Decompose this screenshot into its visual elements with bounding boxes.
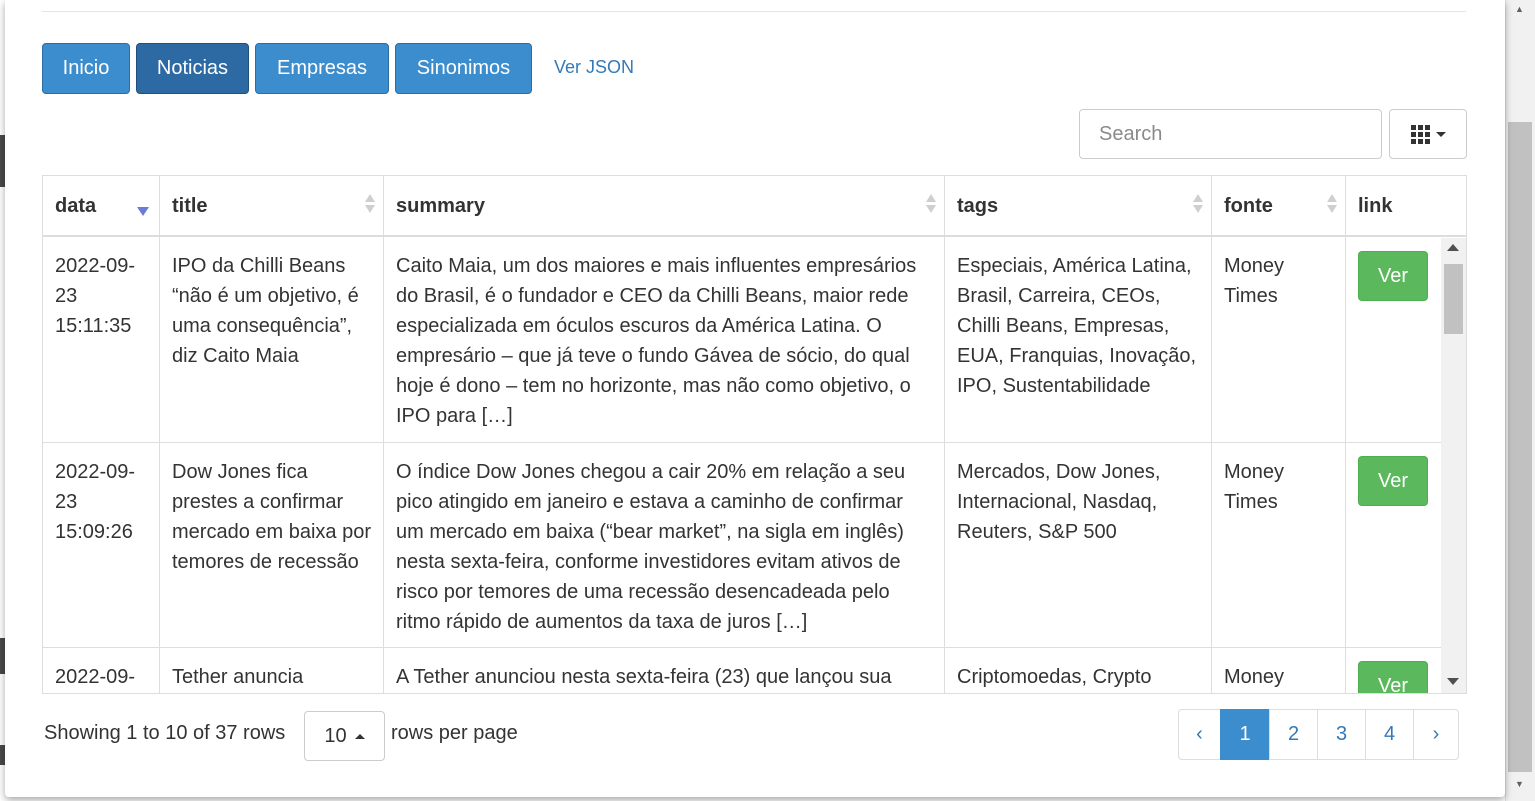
- caret-down-icon: [1435, 131, 1446, 137]
- grid-icon: [1410, 124, 1430, 144]
- cell-data: 2022-09-: [43, 648, 160, 693]
- column-header-summary[interactable]: summary: [384, 176, 945, 237]
- column-header-link: link: [1346, 176, 1466, 237]
- cell-tags: Especiais, América Latina, Brasil, Carre…: [945, 237, 1212, 443]
- column-header-title[interactable]: title: [160, 176, 384, 237]
- nav-noticias-button[interactable]: Noticias: [136, 43, 249, 94]
- cell-data: 2022-09-23 15:11:35: [43, 237, 160, 443]
- cell-title: IPO da Chilli Beans “não é um objetivo, …: [160, 237, 384, 443]
- page-4-button[interactable]: 4: [1365, 709, 1414, 760]
- cell-tags: Mercados, Dow Jones, Internacional, Nasd…: [945, 443, 1212, 648]
- column-header-data[interactable]: data: [43, 176, 160, 237]
- page-1-button[interactable]: 1: [1220, 709, 1270, 760]
- caret-up-icon: [354, 733, 365, 739]
- search-input[interactable]: [1079, 109, 1382, 159]
- column-header-label: link: [1358, 195, 1393, 217]
- sort-icon: [1327, 194, 1337, 213]
- column-header-label: tags: [957, 195, 999, 217]
- pagination: ‹ 1 2 3 4 ›: [1178, 709, 1459, 760]
- cell-summary: O índice Dow Jones chegou a cair 20% em …: [384, 443, 945, 648]
- scroll-down-arrow-icon[interactable]: ▼: [1515, 779, 1524, 789]
- news-table: data title summary tags fonte link 2022-…: [42, 175, 1467, 694]
- sort-desc-icon: [137, 207, 149, 216]
- page-prev-button[interactable]: ‹: [1178, 709, 1221, 760]
- cell-tags: Criptomoedas, Crypto: [945, 648, 1212, 693]
- cell-link: Ver: [1346, 237, 1441, 443]
- table-scrollbar-thumb[interactable]: [1444, 264, 1463, 334]
- cell-summary: Caito Maia, um dos maiores e mais influe…: [384, 237, 945, 443]
- cell-link: Ver: [1346, 648, 1441, 693]
- column-header-label: data: [55, 195, 97, 217]
- ver-json-link[interactable]: Ver JSON: [554, 57, 634, 78]
- column-header-label: title: [172, 195, 208, 217]
- page-3-button[interactable]: 3: [1317, 709, 1366, 760]
- sort-icon: [926, 194, 936, 213]
- page-scrollbar-thumb[interactable]: [1508, 122, 1532, 772]
- column-header-fonte[interactable]: fonte: [1212, 176, 1346, 237]
- scroll-down-icon[interactable]: [1447, 678, 1459, 685]
- pagination-info: Showing 1 to 10 of 37 rows: [44, 722, 286, 744]
- page-scrollbar[interactable]: ▲ ▼: [1505, 0, 1535, 801]
- page-size-value: 10: [324, 724, 347, 747]
- cell-title: Dow Jones fica prestes a confirmar merca…: [160, 443, 384, 648]
- cell-data: 2022-09-23 15:09:26: [43, 443, 160, 648]
- cell-fonte: Money: [1212, 648, 1346, 693]
- page-size-dropdown[interactable]: 10: [304, 711, 385, 761]
- sort-icon: [365, 194, 375, 213]
- ver-button[interactable]: Ver: [1358, 661, 1428, 693]
- nav-inicio-button[interactable]: Inicio: [42, 43, 130, 94]
- cell-summary: A Tether anunciou nesta sexta-feira (23)…: [384, 648, 945, 693]
- columns-toggle-button[interactable]: [1389, 109, 1467, 159]
- column-header-tags[interactable]: tags: [945, 176, 1212, 237]
- nav-empresas-button[interactable]: Empresas: [255, 43, 389, 94]
- column-header-label: fonte: [1224, 195, 1273, 217]
- ver-button[interactable]: Ver: [1358, 251, 1428, 301]
- sort-icon: [1193, 194, 1203, 213]
- cell-fonte: Money Times: [1212, 237, 1346, 443]
- ver-button[interactable]: Ver: [1358, 456, 1428, 506]
- table-scrollbar[interactable]: [1441, 238, 1466, 693]
- cell-title: Tether anuncia: [160, 648, 384, 693]
- cell-link: Ver: [1346, 443, 1441, 648]
- nav-sinonimos-button[interactable]: Sinonimos: [395, 43, 532, 94]
- header-divider: [42, 11, 1466, 12]
- page-2-button[interactable]: 2: [1269, 709, 1318, 760]
- page-next-button[interactable]: ›: [1413, 709, 1459, 760]
- column-header-label: summary: [396, 195, 485, 217]
- scroll-up-icon[interactable]: [1447, 244, 1459, 251]
- scroll-up-arrow-icon[interactable]: ▲: [1515, 4, 1524, 14]
- cell-fonte: Money Times: [1212, 443, 1346, 648]
- rows-per-page-label: rows per page: [391, 722, 518, 744]
